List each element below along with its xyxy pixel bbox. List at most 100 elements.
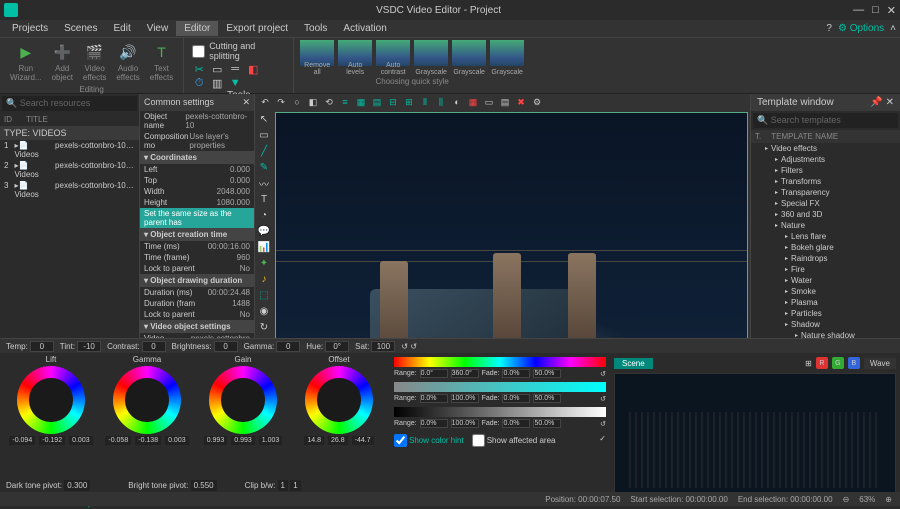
color-wheel-gain[interactable]: [209, 366, 277, 434]
options-button[interactable]: ⚙ Options: [834, 23, 888, 34]
color-input[interactable]: [276, 341, 300, 352]
pen-icon[interactable]: ✎: [257, 160, 271, 174]
prop-row[interactable]: Width2048.000: [140, 186, 254, 197]
prop-row[interactable]: Time (ms)00:00:16.00: [140, 241, 254, 252]
tooltip-icon[interactable]: ◔: [257, 208, 271, 222]
caret-icon[interactable]: ˄: [890, 23, 896, 34]
wave-select[interactable]: Wave: [864, 358, 896, 369]
tool-icon[interactable]: ═: [228, 62, 242, 76]
close-button[interactable]: ✕: [887, 4, 896, 17]
align-icon[interactable]: ▤: [371, 96, 383, 108]
color-input[interactable]: [371, 341, 395, 352]
template-item[interactable]: ▸Special FX: [751, 198, 900, 209]
reset-icon[interactable]: ↺: [410, 342, 417, 351]
template-item[interactable]: ▸360 and 3D: [751, 209, 900, 220]
ribbon-audio[interactable]: 🔊Audioeffects: [114, 40, 141, 84]
chart-icon[interactable]: 📊: [257, 240, 271, 254]
sat-strip[interactable]: [394, 382, 606, 392]
menu-editor[interactable]: Editor: [176, 21, 218, 36]
template-item[interactable]: ▸Transforms: [751, 176, 900, 187]
cut-icon[interactable]: ✂: [192, 62, 206, 76]
template-item[interactable]: ▸Fire: [751, 264, 900, 275]
template-item[interactable]: ▸Raindrops: [751, 253, 900, 264]
color-input[interactable]: [77, 341, 101, 352]
prop-row[interactable]: Height1080.000: [140, 197, 254, 208]
transform-icon[interactable]: ⬚: [257, 288, 271, 302]
zoom-out-icon[interactable]: ⊖: [843, 495, 850, 504]
template-item[interactable]: ▸Shadow: [751, 319, 900, 330]
template-item[interactable]: ▸Bokeh glare: [751, 242, 900, 253]
prop-action[interactable]: Set the same size as the parent has: [140, 208, 254, 228]
spray-icon[interactable]: ◉: [257, 304, 271, 318]
speed-icon[interactable]: ⏱: [192, 76, 206, 90]
crop-icon[interactable]: ◧: [246, 62, 260, 76]
scene-select[interactable]: Scene: [614, 358, 653, 369]
color-wheel-gamma[interactable]: [113, 366, 181, 434]
color-input[interactable]: [214, 341, 238, 352]
zoom-in-icon[interactable]: ⊕: [885, 495, 892, 504]
template-item[interactable]: ▸Water: [751, 275, 900, 286]
resource-row[interactable]: 2▸📄Videospexels-cottonbro-103806: [0, 160, 139, 180]
prop-row[interactable]: Time (frame)960: [140, 252, 254, 263]
search-resources-input[interactable]: 🔍 Search resources: [2, 96, 137, 111]
cursor-icon[interactable]: ↖: [257, 112, 271, 126]
chat-icon[interactable]: 💬: [257, 224, 271, 238]
reset-icon[interactable]: ↺: [401, 342, 408, 351]
rect-icon[interactable]: ▭: [257, 128, 271, 142]
resource-row[interactable]: 3▸📄Videospexels-cottonbro-103858: [0, 180, 139, 200]
waveform-scope[interactable]: [614, 373, 896, 502]
template-item[interactable]: ▸Plasma: [751, 297, 900, 308]
show-area-checkbox[interactable]: [472, 434, 485, 447]
ribbon-text[interactable]: TTexteffects: [148, 40, 175, 84]
menu-projects[interactable]: Projects: [4, 21, 56, 36]
channel-g[interactable]: G: [832, 357, 844, 369]
prop-row[interactable]: Left0.000: [140, 164, 254, 175]
color-input[interactable]: [30, 341, 54, 352]
align-icon[interactable]: ⊞: [403, 96, 415, 108]
crop-icon[interactable]: ◧: [307, 96, 319, 108]
cutting-checkbox[interactable]: [192, 45, 205, 58]
style-auto-levels[interactable]: Auto levels: [338, 40, 372, 66]
template-item[interactable]: ▸Filters: [751, 165, 900, 176]
color-wheel-lift[interactable]: [17, 366, 85, 434]
hue-strip[interactable]: [394, 357, 606, 367]
prop-section[interactable]: ▾ Object drawing duration: [140, 274, 254, 287]
menu-export-project[interactable]: Export project: [218, 21, 296, 36]
rotate-icon[interactable]: ↻: [257, 320, 271, 334]
tool-icon[interactable]: ▥: [210, 76, 224, 90]
scope-icon[interactable]: ⊞: [805, 359, 812, 368]
resource-row[interactable]: 1▸📄Videospexels-cottonbro-103800: [0, 140, 139, 160]
toolbar-icon[interactable]: ◐: [451, 96, 463, 108]
style-grayscale[interactable]: Grayscale: [452, 40, 486, 66]
prop-section[interactable]: ▾ Video object settings: [140, 320, 254, 333]
template-item[interactable]: ▸Particles: [751, 308, 900, 319]
prop-row[interactable]: Duration (fram1488: [140, 298, 254, 309]
prop-row[interactable]: Composition moUse layer's properties: [140, 131, 254, 151]
align-icon[interactable]: ≡: [339, 96, 351, 108]
effect-icon[interactable]: ✦: [257, 256, 271, 270]
brush-icon[interactable]: 〰: [257, 176, 271, 190]
close-icon[interactable]: ✕: [242, 97, 250, 108]
template-item[interactable]: ▸Nature: [751, 220, 900, 231]
color-input[interactable]: [142, 341, 166, 352]
toolbar-icon[interactable]: ▤: [499, 96, 511, 108]
toolbar-icon[interactable]: ▭: [483, 96, 495, 108]
prop-row[interactable]: Object namepexels-cottonbro-10: [140, 111, 254, 131]
template-item[interactable]: ▸Transparency: [751, 187, 900, 198]
prop-row[interactable]: Lock to parentNo: [140, 263, 254, 274]
text-icon[interactable]: T: [257, 192, 271, 206]
style-auto-contrast[interactable]: Auto contrast: [376, 40, 410, 66]
eyedropper-icon[interactable]: ✓: [599, 434, 606, 447]
template-item[interactable]: ▸Lens flare: [751, 231, 900, 242]
align-icon[interactable]: ▦: [355, 96, 367, 108]
minimize-button[interactable]: —: [853, 4, 864, 17]
style-grayscale[interactable]: Grayscale: [414, 40, 448, 66]
menu-tools[interactable]: Tools: [296, 21, 335, 36]
template-item[interactable]: ▸Video effects: [751, 143, 900, 154]
undo-icon[interactable]: ↶: [259, 96, 271, 108]
settings-icon[interactable]: ⚙: [531, 96, 543, 108]
reset-icon[interactable]: ↺: [600, 420, 606, 428]
color-wheel-offset[interactable]: [305, 366, 373, 434]
template-item[interactable]: ▸Smoke: [751, 286, 900, 297]
lum-strip[interactable]: [394, 407, 606, 417]
